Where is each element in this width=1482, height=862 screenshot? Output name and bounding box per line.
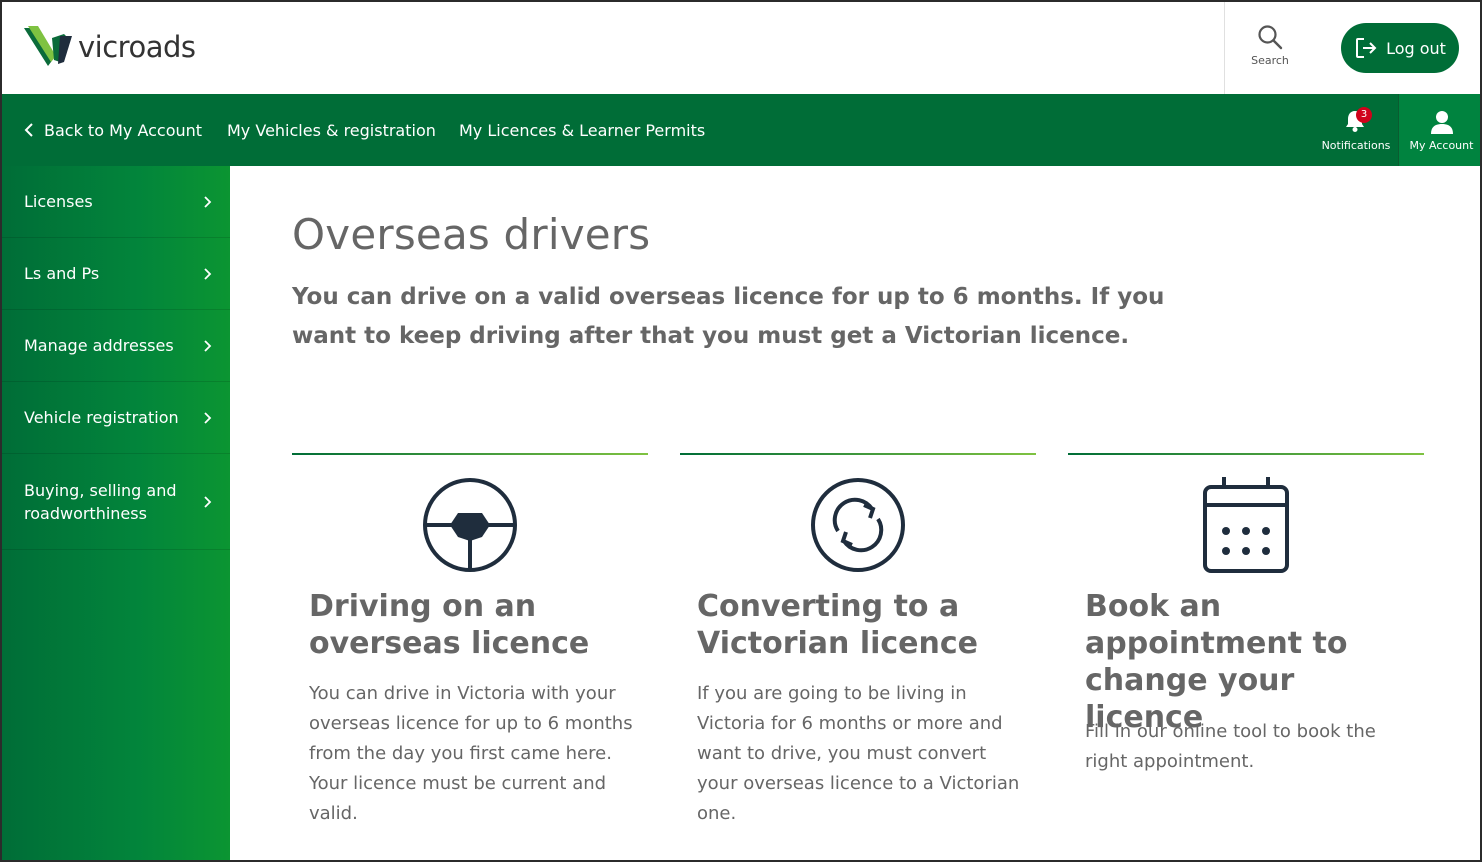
card-text: You can drive in Victoria with your over… <box>309 683 633 824</box>
card-divider <box>292 453 648 455</box>
sidebar-item-label: Manage addresses <box>24 336 174 355</box>
sidebar-item-label: Ls and Ps <box>24 264 100 283</box>
site-header: vicroads Search Log out <box>2 2 1480 94</box>
card-title: Book an appointment to change your licen… <box>1085 589 1348 735</box>
notifications-label: Notifications <box>1321 138 1391 152</box>
card-title: Converting to a Victorian licence <box>697 589 979 661</box>
chevron-right-icon <box>204 411 212 424</box>
nav-vehicles-label: My Vehicles & registration <box>227 120 436 140</box>
logout-label: Log out <box>1386 38 1446 58</box>
main-content: Overseas drivers You can drive on a vali… <box>230 166 1480 860</box>
chevron-left-icon <box>24 123 33 137</box>
search-icon <box>1258 25 1283 50</box>
steering-wheel-icon <box>423 478 517 572</box>
nav-back-label: Back to My Account <box>44 120 203 140</box>
sidebar-item-label: Vehicle registration <box>24 408 179 427</box>
nav-licences-label: My Licences & Learner Permits <box>459 120 706 140</box>
intro-text: You can drive on a valid overseas licenc… <box>292 284 1165 349</box>
chevron-right-icon <box>204 495 212 508</box>
vicroads-logo-icon <box>24 26 72 66</box>
page-frame: vicroads Search Log out Back to My Accou… <box>0 0 1482 862</box>
sidebar-item-vehicle-registration[interactable]: Vehicle registration <box>2 382 230 454</box>
my-account-button[interactable]: My Account <box>1398 94 1480 166</box>
card-divider <box>680 453 1036 455</box>
nav-my-licences[interactable]: My Licences & Learner Permits <box>459 94 705 166</box>
notification-bell: 3 <box>1344 106 1372 135</box>
user-icon <box>1430 110 1453 134</box>
nav-back-to-account[interactable]: Back to My Account <box>24 94 202 166</box>
sidebar: Licenses Ls and Ps Manage addresses Vehi… <box>2 166 230 860</box>
page-title: Overseas drivers <box>292 210 651 259</box>
nav-my-vehicles[interactable]: My Vehicles & registration <box>227 94 436 166</box>
card-divider <box>1068 453 1424 455</box>
sidebar-item-ls-and-ps[interactable]: Ls and Ps <box>2 238 230 310</box>
card-book-appointment[interactable]: Book an appointment to change your licen… <box>1068 453 1424 772</box>
header-divider <box>1224 2 1225 94</box>
my-account-label: My Account <box>1409 138 1474 152</box>
notifications-button[interactable]: 3 Notifications <box>1314 94 1398 166</box>
calendar-icon <box>1203 477 1289 573</box>
chevron-right-icon <box>204 339 212 352</box>
logout-button[interactable]: Log out <box>1341 23 1459 73</box>
convert-arrows-icon <box>811 478 905 572</box>
card-text: If you are going to be living in Victori… <box>697 683 1020 824</box>
search-button[interactable]: Search <box>1238 24 1302 76</box>
sidebar-item-manage-addresses[interactable]: Manage addresses <box>2 310 230 382</box>
sidebar-item-buying-selling[interactable]: Buying, selling and roadworthiness <box>2 454 230 550</box>
logo-text: vicroads <box>78 30 196 64</box>
sidebar-item-label: Buying, selling and roadworthiness <box>24 480 177 523</box>
card-title: Driving on an overseas licence <box>309 589 590 661</box>
logout-icon <box>1356 38 1377 58</box>
chevron-right-icon <box>204 195 212 208</box>
sidebar-item-licenses[interactable]: Licenses <box>2 166 230 238</box>
sidebar-item-label: Licenses <box>24 192 93 211</box>
notification-count-badge: 3 <box>1356 106 1372 123</box>
search-label: Search <box>1251 54 1289 67</box>
card-driving-overseas[interactable]: Driving on an overseas licence You can d… <box>292 453 648 824</box>
chevron-right-icon <box>204 267 212 280</box>
card-converting-licence[interactable]: Converting to a Victorian licence If you… <box>680 453 1036 824</box>
card-text: Fill in our online tool to book the righ… <box>1085 721 1376 772</box>
vicroads-logo[interactable]: vicroads <box>24 26 196 68</box>
main-nav: Back to My Account My Vehicles & registr… <box>2 94 1480 166</box>
